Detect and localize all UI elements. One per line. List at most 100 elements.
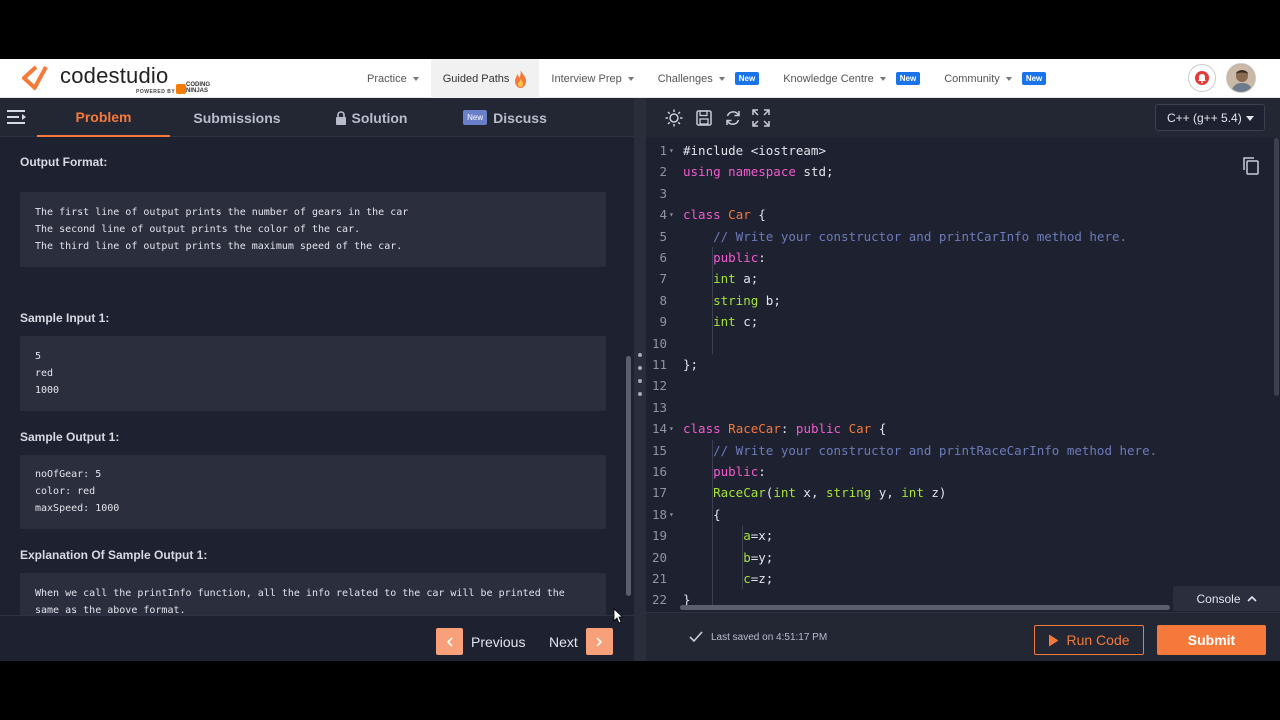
sun-icon[interactable] bbox=[665, 109, 683, 127]
powered-by-text: POWERED BY bbox=[136, 89, 176, 95]
chevron-up-icon bbox=[1246, 595, 1257, 602]
editor-toolbar: C++ (g++ 5.4) bbox=[646, 98, 1280, 138]
code-editor[interactable]: 1 ▾ #include <iostream> 2 using namespace s… bbox=[646, 140, 1280, 610]
code-line: 3 bbox=[659, 185, 667, 201]
mouse-pointer-icon bbox=[613, 608, 623, 624]
output-format-box: The first line of output prints the numb… bbox=[20, 192, 606, 267]
avatar[interactable] bbox=[1226, 63, 1256, 93]
letterbox-top bbox=[0, 0, 1280, 59]
menu-icon[interactable] bbox=[7, 110, 27, 124]
code-line: 17 RaceCar(int x, string y, int z) bbox=[651, 485, 947, 501]
sample-input-title: Sample Input 1: bbox=[20, 311, 110, 325]
explanation-line: When we call the printInfo function, all… bbox=[35, 588, 565, 599]
code-line: 15 // Write your constructor and printRa… bbox=[651, 442, 1158, 458]
logo-mark-icon bbox=[22, 65, 48, 91]
code-line: 18 ▾ { bbox=[651, 506, 721, 522]
sample-output-box: noOfGear: 5 color: red maxSpeed: 1000 bbox=[20, 455, 606, 529]
code-line: 8 string b; bbox=[659, 292, 781, 308]
chevron-down-icon bbox=[1005, 76, 1012, 81]
output-format-line: The third line of output prints the maxi… bbox=[35, 241, 403, 252]
code-line: 11}; bbox=[651, 357, 699, 372]
chevron-down-icon bbox=[627, 76, 634, 81]
chevron-down-icon bbox=[879, 76, 886, 81]
reset-icon[interactable] bbox=[724, 109, 742, 127]
nav-knowledge-centre[interactable]: Knowledge Centre New bbox=[771, 59, 932, 98]
problem-tabs: Problem Submissions Solution New Discuss bbox=[0, 98, 634, 137]
nav-practice[interactable]: Practice bbox=[355, 59, 431, 98]
editor-scrollbar[interactable] bbox=[1274, 138, 1279, 396]
code-line: 4 ▾ class Car { bbox=[659, 207, 766, 223]
sample-input-line: red bbox=[35, 368, 54, 379]
chevron-down-icon bbox=[718, 76, 725, 81]
previous-button[interactable]: Previous bbox=[436, 628, 525, 655]
bell-icon bbox=[1195, 71, 1209, 85]
user-photo-icon bbox=[1227, 64, 1255, 92]
submit-button[interactable]: Submit bbox=[1157, 625, 1266, 655]
flame-icon bbox=[515, 69, 527, 88]
problem-panel: Problem Submissions Solution New Discuss… bbox=[0, 98, 634, 661]
chevron-down-icon bbox=[412, 76, 419, 81]
coding-ninjas-logo: CODING NINJAS bbox=[186, 82, 210, 94]
copy-icon[interactable] bbox=[1242, 156, 1260, 176]
brand-name: codestudio bbox=[60, 63, 169, 88]
code-line: 13 bbox=[651, 399, 667, 415]
explanation-box: When we call the printInfo function, all… bbox=[20, 573, 606, 615]
code-line: 19 a=x; bbox=[651, 528, 774, 544]
notifications-button[interactable] bbox=[1188, 64, 1216, 92]
code-line: 7 int a; bbox=[659, 271, 759, 287]
output-format-line: The first line of output prints the numb… bbox=[35, 207, 409, 218]
editor-footer: Last saved on 4:51:17 PM Run Code Submit bbox=[646, 612, 1280, 661]
new-badge: New bbox=[463, 110, 488, 125]
codestudio-logo[interactable]: codestudio POWERED BY CODING NINJAS bbox=[22, 63, 232, 95]
code-line: 1 ▾ #include <iostream> bbox=[659, 143, 826, 158]
drag-handle-icon bbox=[638, 353, 642, 405]
tab-solution[interactable]: Solution bbox=[304, 98, 438, 137]
code-line: 20 b=y; bbox=[651, 549, 774, 565]
sample-output-line: noOfGear: 5 bbox=[35, 469, 102, 480]
problem-footer: Previous Next bbox=[0, 615, 634, 661]
chevron-right-icon bbox=[585, 628, 613, 655]
letterbox-bottom bbox=[0, 661, 1280, 720]
sample-input-box: 5 red 1000 bbox=[20, 336, 606, 411]
tab-discuss[interactable]: New Discuss bbox=[438, 98, 572, 137]
sample-output-title: Sample Output 1: bbox=[20, 430, 120, 444]
fullscreen-icon[interactable] bbox=[752, 109, 770, 127]
output-format-title: Output Format: bbox=[20, 155, 108, 169]
main-nav: Practice Guided Paths Interview Prep Cha… bbox=[355, 59, 1058, 98]
chevron-left-icon bbox=[436, 628, 463, 655]
sample-output-line: maxSpeed: 1000 bbox=[35, 503, 120, 514]
code-line: 2 using namespace std; bbox=[659, 164, 834, 180]
code-line: 16 public: bbox=[651, 464, 766, 479]
chevron-down-icon bbox=[1246, 116, 1254, 121]
nav-community[interactable]: Community New bbox=[932, 59, 1058, 98]
code-line: 6 public: bbox=[659, 250, 766, 265]
nav-guided-paths[interactable]: Guided Paths bbox=[430, 59, 540, 98]
tab-problem[interactable]: Problem bbox=[37, 98, 170, 137]
editor-horizontal-scrollbar[interactable] bbox=[680, 605, 1170, 610]
play-icon bbox=[1049, 634, 1059, 646]
explanation-line: same as the above format. bbox=[35, 605, 186, 615]
site-header: codestudio POWERED BY CODING NINJAS Pract… bbox=[0, 59, 1280, 98]
output-format-line: The second line of output prints the col… bbox=[35, 224, 361, 235]
sample-input-line: 1000 bbox=[35, 385, 60, 396]
new-badge: New bbox=[895, 72, 921, 85]
new-badge: New bbox=[734, 72, 760, 85]
sample-input-line: 5 bbox=[35, 351, 42, 362]
sample-output-line: color: red bbox=[35, 486, 96, 497]
code-line: 12 bbox=[651, 378, 667, 394]
save-icon[interactable] bbox=[695, 109, 713, 127]
code-line: 5 // Write your constructor and printCar… bbox=[659, 228, 1128, 244]
next-button[interactable]: Next bbox=[549, 628, 613, 655]
nav-challenges[interactable]: Challenges New bbox=[646, 59, 772, 98]
code-line: 9 int c; bbox=[659, 314, 759, 330]
problem-content: Output Format: The first line of output … bbox=[0, 138, 624, 615]
nav-interview-prep[interactable]: Interview Prep bbox=[539, 59, 645, 98]
problem-scrollbar[interactable] bbox=[626, 356, 631, 596]
panel-splitter[interactable] bbox=[634, 98, 646, 661]
console-toggle[interactable]: Console bbox=[1173, 586, 1280, 611]
tab-submissions[interactable]: Submissions bbox=[170, 98, 304, 137]
code-line: 14 ▾ class RaceCar: public Car { bbox=[651, 421, 887, 437]
language-select[interactable]: C++ (g++ 5.4) bbox=[1155, 104, 1265, 131]
coding-ninjas-mark-icon bbox=[176, 84, 186, 94]
run-code-button[interactable]: Run Code bbox=[1034, 625, 1144, 655]
